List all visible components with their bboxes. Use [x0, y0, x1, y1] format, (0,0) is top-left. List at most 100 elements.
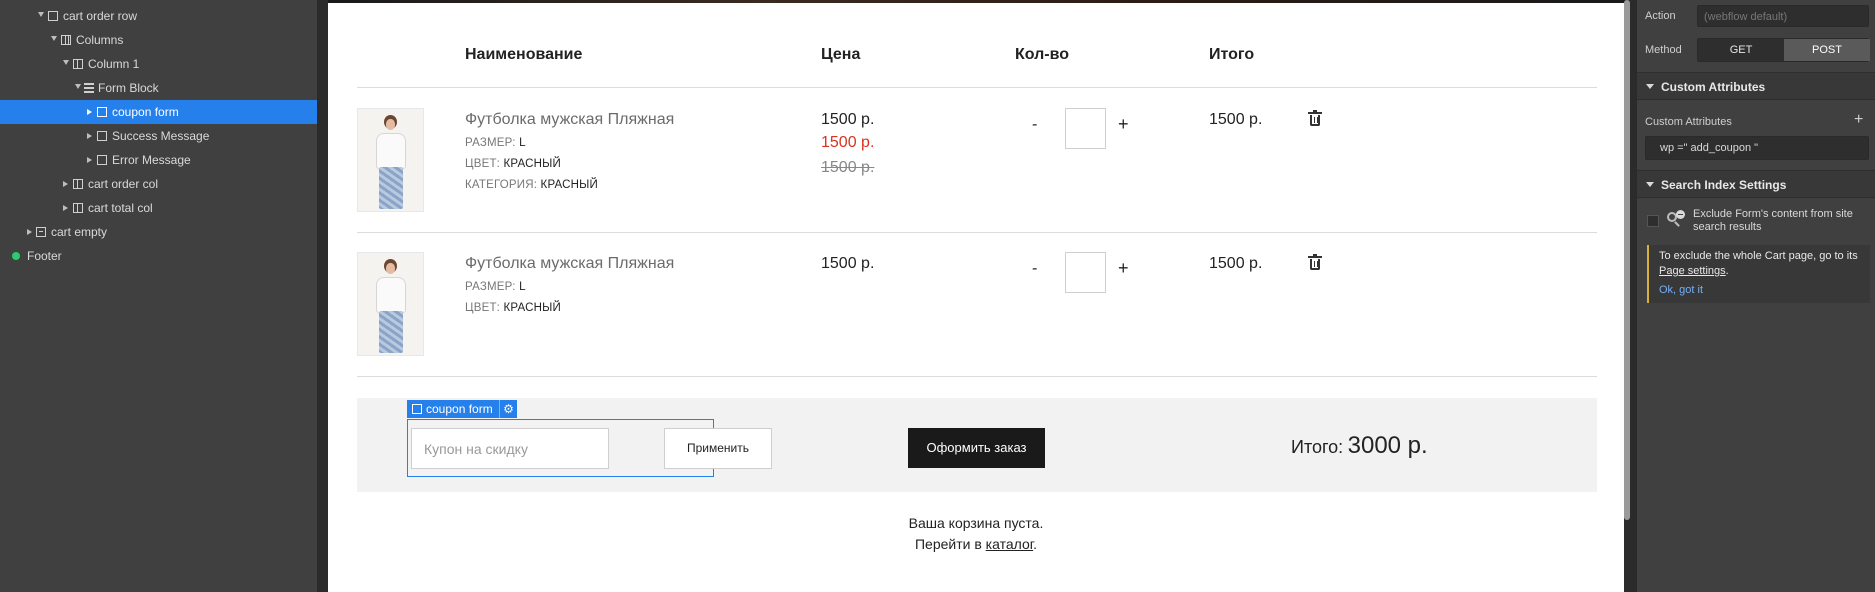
designer-canvas: Наименование Цена Кол-во Итого Футболка …	[318, 0, 1630, 592]
box-icon	[48, 11, 58, 21]
box-icon	[97, 155, 107, 165]
caret-right-icon[interactable]	[87, 133, 92, 139]
method-label: Method	[1645, 44, 1682, 56]
nav-item-cart-order-row[interactable]: cart order row	[0, 4, 317, 28]
nav-item-footer[interactable]: Footer	[0, 244, 317, 268]
caret-right-icon[interactable]	[87, 157, 92, 163]
product-name[interactable]: Футболка мужская Пляжная	[465, 255, 674, 273]
decrease-button[interactable]: -	[1032, 260, 1037, 278]
exclude-checkbox[interactable]	[1647, 215, 1659, 227]
nav-item-coupon-form[interactable]: coupon form	[0, 100, 317, 124]
nav-item-label: cart order row	[63, 9, 138, 23]
action-label: Action	[1645, 10, 1676, 22]
row-total: 1500 р.	[1209, 111, 1263, 128]
search-exclude-icon	[1667, 210, 1685, 228]
caret-right-icon[interactable]	[27, 229, 32, 235]
nav-item-label: cart order col	[88, 177, 159, 191]
catalog-link[interactable]: каталог	[986, 536, 1033, 552]
caret-right-icon[interactable]	[87, 109, 92, 115]
product-color: ЦВЕТ: КРАСНЫЙ	[465, 158, 561, 170]
box-icon	[412, 404, 422, 414]
product-image[interactable]	[357, 108, 424, 212]
method-post-button[interactable]: POST	[1784, 39, 1870, 61]
nav-item-form-block[interactable]: Form Block	[0, 76, 317, 100]
section-search-index[interactable]: Search Index Settings	[1637, 170, 1875, 198]
page-settings-link[interactable]: Page settings	[1659, 265, 1726, 277]
symbol-icon	[12, 252, 20, 260]
nav-item-columns[interactable]: Columns	[0, 28, 317, 52]
section-title: Custom Attributes	[1661, 80, 1766, 94]
caret-down-icon[interactable]	[75, 84, 81, 89]
decrease-button[interactable]: -	[1032, 116, 1037, 134]
info-hint: To exclude the whole Cart page, go to it…	[1647, 245, 1870, 303]
exclude-label: Exclude Form's content from site search …	[1693, 208, 1853, 233]
caret-down-icon[interactable]	[51, 36, 57, 41]
nav-item-label: Success Message	[112, 129, 210, 143]
element-label-coupon-form[interactable]: coupon form	[407, 400, 499, 418]
nav-item-column-1[interactable]: Column 1	[0, 52, 317, 76]
custom-attributes-label: Custom Attributes	[1645, 116, 1732, 128]
quantity-input[interactable]	[1065, 108, 1106, 149]
caret-down-icon[interactable]	[63, 60, 69, 65]
product-size: РАЗМЕР: L	[465, 137, 526, 149]
header-name: Наименование	[465, 46, 583, 63]
dismiss-hint-link[interactable]: Ok, got it	[1659, 284, 1703, 296]
product-image[interactable]	[357, 252, 424, 356]
nav-item-error-message[interactable]: Error Message	[0, 148, 317, 172]
empty-cart-link-line: Перейти в каталог.	[914, 536, 1038, 552]
nav-item-success-message[interactable]: Success Message	[0, 124, 317, 148]
nav-item-label: Column 1	[88, 57, 140, 71]
nav-item-cart-order-col[interactable]: cart order col	[0, 172, 317, 196]
tabs-icon	[36, 227, 46, 237]
product-color: ЦВЕТ: КРАСНЫЙ	[465, 302, 561, 314]
trash-icon[interactable]	[1308, 254, 1322, 270]
header-price: Цена	[821, 46, 861, 63]
hint-text: To exclude the whole Cart page, go to it…	[1659, 250, 1858, 277]
form-icon	[84, 83, 94, 93]
action-input[interactable]: (webflow default)	[1697, 5, 1869, 27]
custom-attribute-item[interactable]: wp =" add_coupon "	[1645, 136, 1869, 160]
caret-down-icon[interactable]	[38, 12, 44, 17]
column-icon	[73, 203, 83, 213]
divider	[357, 87, 1597, 88]
grand-total: Итого: 3000 р.	[1291, 432, 1428, 459]
add-attribute-button[interactable]: +	[1854, 111, 1863, 129]
trash-icon[interactable]	[1308, 110, 1322, 126]
row-total: 1500 р.	[1209, 255, 1263, 272]
chevron-down-icon	[1646, 182, 1654, 187]
increase-button[interactable]: +	[1118, 258, 1129, 279]
canvas-scrollbar[interactable]	[1624, 0, 1630, 520]
nav-item-label: Footer	[27, 249, 62, 263]
quantity-input[interactable]	[1065, 252, 1106, 293]
method-get-button[interactable]: GET	[1698, 39, 1784, 61]
column-icon	[73, 179, 83, 189]
nav-item-label: Error Message	[112, 153, 191, 167]
section-custom-attributes[interactable]: Custom Attributes	[1637, 72, 1875, 100]
apply-coupon-button[interactable]: Применить	[664, 428, 772, 469]
cart-page: Наименование Цена Кол-во Итого Футболка …	[328, 0, 1624, 592]
header-qty: Кол-во	[1015, 46, 1070, 63]
product-size: РАЗМЕР: L	[465, 281, 526, 293]
method-toggle[interactable]: GET POST	[1697, 38, 1870, 62]
columns-icon	[61, 35, 71, 45]
box-icon	[97, 131, 107, 141]
nav-item-cart-total-col[interactable]: cart total col	[0, 196, 317, 220]
coupon-input[interactable]: Купон на скидку	[411, 428, 609, 469]
increase-button[interactable]: +	[1118, 114, 1129, 135]
product-price: 1500 р.	[821, 255, 875, 272]
nav-item-cart-empty[interactable]: cart empty	[0, 220, 317, 244]
settings-panel: Action (webflow default) Method GET POST…	[1636, 0, 1875, 592]
divider	[357, 232, 1597, 233]
empty-cart-text: Ваша корзина пуста.	[908, 515, 1044, 531]
product-category: КАТЕГОРИЯ: КРАСНЫЙ	[465, 179, 599, 191]
gear-icon[interactable]: ⚙	[499, 400, 517, 418]
hero-image-edge	[328, 0, 1624, 3]
caret-right-icon[interactable]	[63, 181, 68, 187]
caret-right-icon[interactable]	[63, 205, 68, 211]
section-title: Search Index Settings	[1661, 178, 1787, 192]
product-name[interactable]: Футболка мужская Пляжная	[465, 111, 674, 129]
nav-item-label: Columns	[76, 33, 124, 47]
divider	[357, 376, 1597, 377]
chevron-down-icon	[1646, 84, 1654, 89]
checkout-button[interactable]: Оформить заказ	[908, 428, 1045, 468]
